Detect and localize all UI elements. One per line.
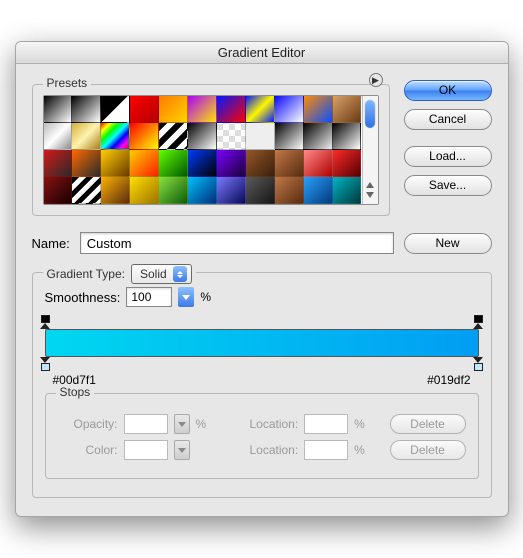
cancel-button[interactable]: Cancel [404, 109, 492, 130]
presets-legend: Presets [43, 76, 92, 90]
preset-swatch[interactable] [44, 150, 73, 177]
preset-swatch[interactable] [101, 123, 130, 150]
preset-swatch[interactable] [72, 177, 101, 204]
preset-swatch[interactable] [217, 150, 246, 177]
preset-swatch[interactable] [304, 150, 333, 177]
name-label: Name: [32, 236, 70, 251]
preset-swatch[interactable] [72, 96, 101, 123]
stops-legend: Stops [56, 385, 95, 399]
gradient-type-group: Gradient Type: Solid Smoothness: % #00d7… [32, 272, 492, 498]
smoothness-unit: % [200, 290, 211, 304]
preset-swatch[interactable] [275, 96, 304, 123]
preset-swatch[interactable] [246, 96, 275, 123]
opacity-unit: % [196, 417, 207, 431]
preset-swatch[interactable] [44, 96, 73, 123]
preset-swatch[interactable] [159, 96, 188, 123]
color-stop-right[interactable] [473, 357, 484, 371]
preset-swatch[interactable] [44, 123, 73, 150]
gradient-bar[interactable] [45, 329, 479, 357]
preset-swatch[interactable] [333, 123, 362, 150]
load-button[interactable]: Load... [404, 146, 492, 167]
scroll-thumb[interactable] [365, 100, 375, 128]
new-button[interactable]: New [404, 233, 492, 254]
preset-swatch[interactable] [217, 123, 246, 150]
ok-button[interactable]: OK [404, 80, 492, 101]
opacity-stop-right[interactable] [473, 315, 484, 329]
right-button-column: OK Cancel Load... Save... [404, 78, 492, 216]
opacity-location-input [304, 414, 348, 434]
preset-swatch[interactable] [101, 96, 130, 123]
color-location-unit: % [354, 443, 365, 457]
opacity-label: Opacity: [58, 417, 118, 431]
preset-swatch[interactable] [44, 177, 73, 204]
gradient-type-select[interactable]: Solid [131, 264, 192, 284]
opacity-location-unit: % [354, 417, 365, 431]
gradient-type-value: Solid [140, 267, 167, 281]
opacity-stop-left[interactable] [40, 315, 51, 329]
gradient-editor-window: Gradient Editor Presets ▶ OK Cancel Lo [15, 41, 509, 517]
preset-swatch[interactable] [159, 150, 188, 177]
popup-arrows-icon [173, 266, 187, 282]
preset-swatch[interactable] [130, 177, 159, 204]
preset-swatch[interactable] [246, 177, 275, 204]
smoothness-stepper-icon[interactable] [178, 287, 194, 307]
preset-swatch[interactable] [130, 123, 159, 150]
preset-swatch[interactable] [333, 177, 362, 204]
preset-swatch[interactable] [275, 177, 304, 204]
preset-swatch[interactable] [275, 123, 304, 150]
preset-swatch[interactable] [130, 96, 159, 123]
preset-swatch[interactable] [188, 177, 217, 204]
presets-swatch-area [43, 95, 379, 205]
presets-group: Presets ▶ [32, 84, 390, 216]
scroll-down-icon[interactable] [366, 192, 374, 198]
delete-color-stop-button: Delete [390, 440, 466, 460]
preset-swatch[interactable] [304, 96, 333, 123]
color-input [124, 440, 168, 460]
preset-swatch[interactable] [188, 123, 217, 150]
window-title: Gradient Editor [16, 42, 508, 64]
gradient-type-legend: Gradient Type: Solid [43, 264, 196, 284]
smoothness-label: Smoothness: [45, 290, 121, 305]
preset-swatch[interactable] [101, 150, 130, 177]
preset-swatch[interactable] [72, 150, 101, 177]
color-label: Color: [58, 443, 118, 457]
presets-flyout-menu-icon[interactable]: ▶ [369, 73, 383, 87]
color-location-input [304, 440, 348, 460]
preset-swatch[interactable] [188, 96, 217, 123]
right-hex-label: #019df2 [427, 373, 470, 387]
color-location-label: Location: [226, 443, 298, 457]
preset-swatch[interactable] [246, 123, 275, 150]
smoothness-input[interactable] [126, 287, 172, 307]
delete-opacity-stop-button: Delete [390, 414, 466, 434]
opacity-stepper-icon [174, 414, 190, 434]
content: Presets ▶ OK Cancel Load... Save... [16, 64, 508, 516]
save-button[interactable]: Save... [404, 175, 492, 196]
preset-swatch[interactable] [72, 123, 101, 150]
presets-grid [44, 96, 362, 204]
preset-swatch[interactable] [333, 150, 362, 177]
color-stop-left[interactable] [40, 357, 51, 371]
preset-swatch[interactable] [304, 177, 333, 204]
preset-swatch[interactable] [304, 123, 333, 150]
preset-swatch[interactable] [217, 96, 246, 123]
preset-swatch[interactable] [101, 177, 130, 204]
preset-swatch[interactable] [130, 150, 159, 177]
opacity-location-label: Location: [226, 417, 298, 431]
gradient-track[interactable]: #00d7f1 #019df2 [45, 329, 479, 357]
gradient-type-label: Gradient Type: [47, 267, 126, 281]
stops-group: Stops Opacity: % Location: % Delete Colo… [45, 393, 479, 479]
name-input[interactable] [80, 232, 394, 254]
presets-scrollbar[interactable] [362, 96, 378, 204]
scroll-up-icon[interactable] [366, 182, 374, 188]
preset-swatch[interactable] [333, 96, 362, 123]
opacity-input [124, 414, 168, 434]
preset-swatch[interactable] [159, 123, 188, 150]
preset-swatch[interactable] [188, 150, 217, 177]
color-stepper-icon [174, 440, 190, 460]
preset-swatch[interactable] [275, 150, 304, 177]
preset-swatch[interactable] [217, 177, 246, 204]
preset-swatch[interactable] [159, 177, 188, 204]
preset-swatch[interactable] [246, 150, 275, 177]
